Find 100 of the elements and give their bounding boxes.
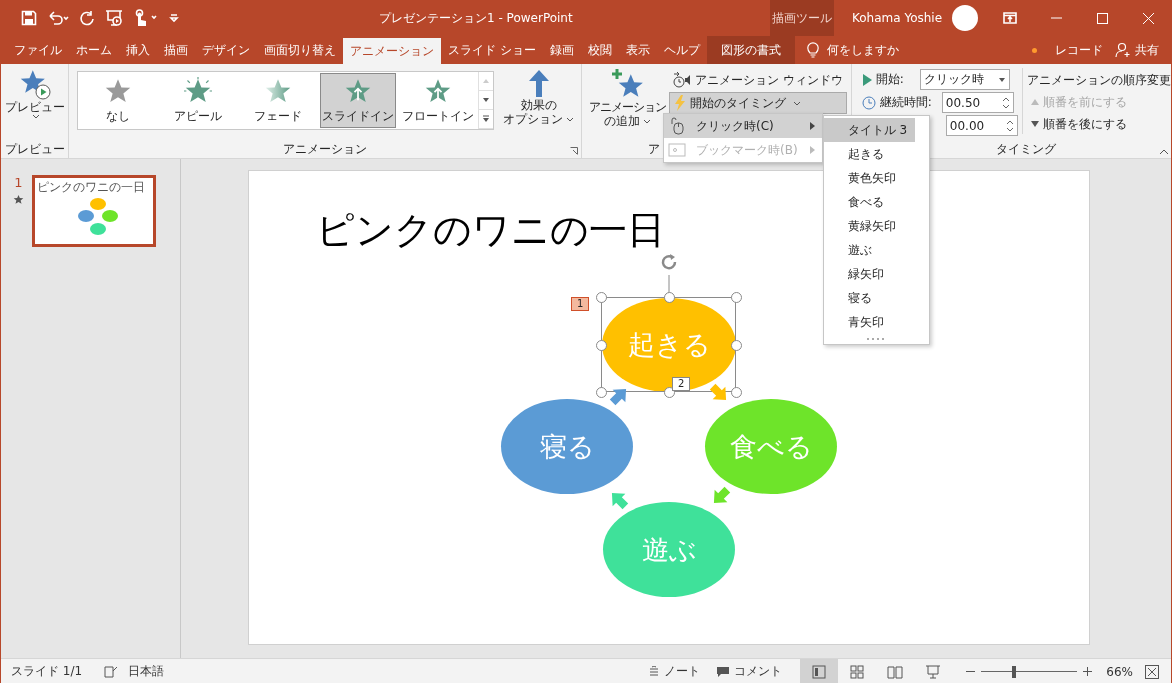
resize-handle[interactable] — [663, 292, 675, 303]
undo-icon[interactable] — [47, 10, 69, 26]
person-plus-icon — [1115, 42, 1131, 58]
menu-item[interactable]: 青矢印 — [823, 310, 930, 334]
reorder-heading: アニメーションの順序変更 — [1026, 71, 1171, 89]
ribbon-tab[interactable]: ホーム — [69, 36, 119, 64]
menu-item[interactable]: 起きる — [823, 142, 930, 166]
ribbon-tab[interactable]: 録画 — [542, 36, 581, 64]
caret-down-icon — [643, 119, 651, 124]
star-plus-icon — [610, 68, 645, 100]
duration-field[interactable]: 00.50 — [941, 92, 1014, 113]
resize-handle[interactable] — [731, 292, 742, 303]
triangle-down-icon — [1030, 120, 1039, 128]
touch-icon[interactable] — [133, 9, 159, 27]
triangle-down-icon — [482, 96, 490, 104]
group-label: プレビュー — [4, 140, 65, 158]
resize-handle[interactable] — [731, 339, 742, 351]
view-button[interactable] — [800, 658, 839, 683]
submenu-arrow-icon — [807, 122, 816, 130]
slider-thumb[interactable] — [1011, 665, 1016, 678]
slide-title[interactable]: ピンクのワニの一日 — [316, 205, 665, 256]
recording-dot-icon — [1032, 47, 1037, 53]
animation-effect[interactable]: フェード — [240, 73, 316, 128]
avatar[interactable] — [952, 5, 979, 31]
notes-icon — [648, 665, 661, 678]
trigger-button[interactable]: 開始のタイミング — [669, 92, 847, 114]
animation-effect[interactable]: フロートイン — [400, 73, 476, 128]
caret-down-icon — [566, 117, 574, 122]
ribbon-display-icon — [1003, 12, 1017, 24]
spinner-arrows-icon — [1005, 118, 1014, 133]
dialog-launcher-icon[interactable] — [570, 147, 578, 155]
menu-item[interactable]: 黄緑矢印 — [823, 214, 930, 238]
zoom-level[interactable]: 66% — [1106, 664, 1133, 679]
resize-handle[interactable] — [731, 387, 742, 398]
start-dropdown[interactable]: クリック時 — [919, 69, 1010, 90]
menu-item[interactable]: 黄色矢印 — [823, 166, 930, 190]
ribbon-tab[interactable]: スライド ショー — [441, 36, 543, 64]
resize-handle[interactable] — [596, 387, 607, 398]
ribbon-tab[interactable]: 表示 — [618, 36, 657, 64]
delay-field[interactable]: 00.00 — [945, 115, 1018, 136]
fit-to-window-icon[interactable] — [1145, 664, 1159, 679]
clock-speaker-icon — [673, 72, 691, 88]
resize-handle[interactable] — [596, 292, 607, 303]
ribbon-tab[interactable]: 挿入 — [119, 36, 157, 64]
group-label: タイミング — [995, 140, 1056, 158]
window-title: プレゼンテーション1 - PowerPoint — [379, 9, 574, 27]
triangle-up-icon — [482, 77, 490, 85]
animation-pane-button[interactable]: アニメーション ウィンドウ — [669, 70, 847, 90]
slide-counter: スライド 1/1 — [11, 663, 83, 680]
spinner-arrows-icon — [1001, 95, 1010, 110]
view-icon — [887, 663, 904, 680]
redo-icon[interactable] — [79, 10, 95, 26]
comments-button[interactable]: コメント — [708, 658, 791, 683]
animation-effect[interactable]: なし — [80, 73, 156, 128]
lightbulb-icon — [806, 42, 819, 58]
slide-thumbnail[interactable]: ピンクのワニの一日 — [32, 175, 156, 247]
menu-item[interactable]: 食べる — [823, 190, 930, 214]
ribbon-tab[interactable]: 図形の書式 — [706, 36, 795, 64]
menu-item[interactable]: タイトル 3 — [823, 118, 916, 142]
animation-effect[interactable]: スライドイン — [320, 73, 396, 128]
minimize-icon — [1050, 17, 1062, 19]
menu-item[interactable]: 緑矢印 — [823, 262, 930, 286]
animation-tag[interactable]: 2 — [672, 377, 691, 391]
share-button[interactable]: 共有 — [1109, 36, 1165, 64]
ribbon-tab[interactable]: デザイン — [195, 36, 257, 64]
menu-item[interactable]: 遊ぶ — [823, 238, 930, 262]
record-button[interactable]: レコード — [1049, 36, 1109, 64]
ribbon-tab[interactable]: ヘルプ — [656, 36, 707, 64]
tell-me-field[interactable]: 何をしますか — [826, 41, 899, 59]
group-label: ア — [648, 140, 660, 158]
menu-item[interactable]: クリック時(C) — [664, 114, 822, 138]
preview-button[interactable]: プレビュー — [1, 68, 68, 119]
ribbon-tab[interactable]: 描画 — [157, 36, 195, 64]
accessibility-icon[interactable] — [104, 664, 119, 679]
ribbon-tab[interactable]: 校閲 — [580, 36, 619, 64]
start-label: 開始: — [875, 71, 905, 88]
customize-icon[interactable] — [169, 13, 179, 23]
ribbon-tab[interactable]: 画面切り替え — [257, 36, 343, 64]
move-later-button[interactable]: 順番を後にする — [1026, 114, 1171, 134]
menu-item[interactable]: 寝る — [823, 286, 930, 310]
collapse-ribbon-icon[interactable] — [1158, 149, 1169, 155]
caret-down-icon — [793, 100, 801, 106]
user-name[interactable]: Kohama Yoshie — [852, 11, 943, 25]
ribbon-tab[interactable]: アニメーション — [343, 38, 441, 64]
save-icon[interactable] — [21, 10, 37, 26]
slide-number: 1 — [14, 175, 23, 190]
more-icon — [482, 115, 490, 123]
animation-effect[interactable]: アピール — [160, 73, 236, 128]
language-indicator[interactable]: 日本語 — [128, 663, 165, 680]
context-tab-group: 描画ツール — [770, 0, 834, 36]
close-icon — [1142, 12, 1154, 24]
effect-options-button[interactable]: 効果の オプション — [500, 68, 577, 126]
animation-tag[interactable]: 1 — [571, 297, 590, 311]
zoom-in-icon[interactable] — [1083, 667, 1093, 676]
dropdown-arrow-icon — [997, 75, 1006, 84]
presentation-icon[interactable] — [105, 9, 123, 27]
thumbnail-title: ピンクのワニの一日 — [37, 179, 145, 196]
ribbon-tab[interactable]: ファイル — [7, 36, 69, 64]
notes-button[interactable]: ノート — [640, 658, 709, 683]
resize-handle[interactable] — [596, 339, 607, 351]
